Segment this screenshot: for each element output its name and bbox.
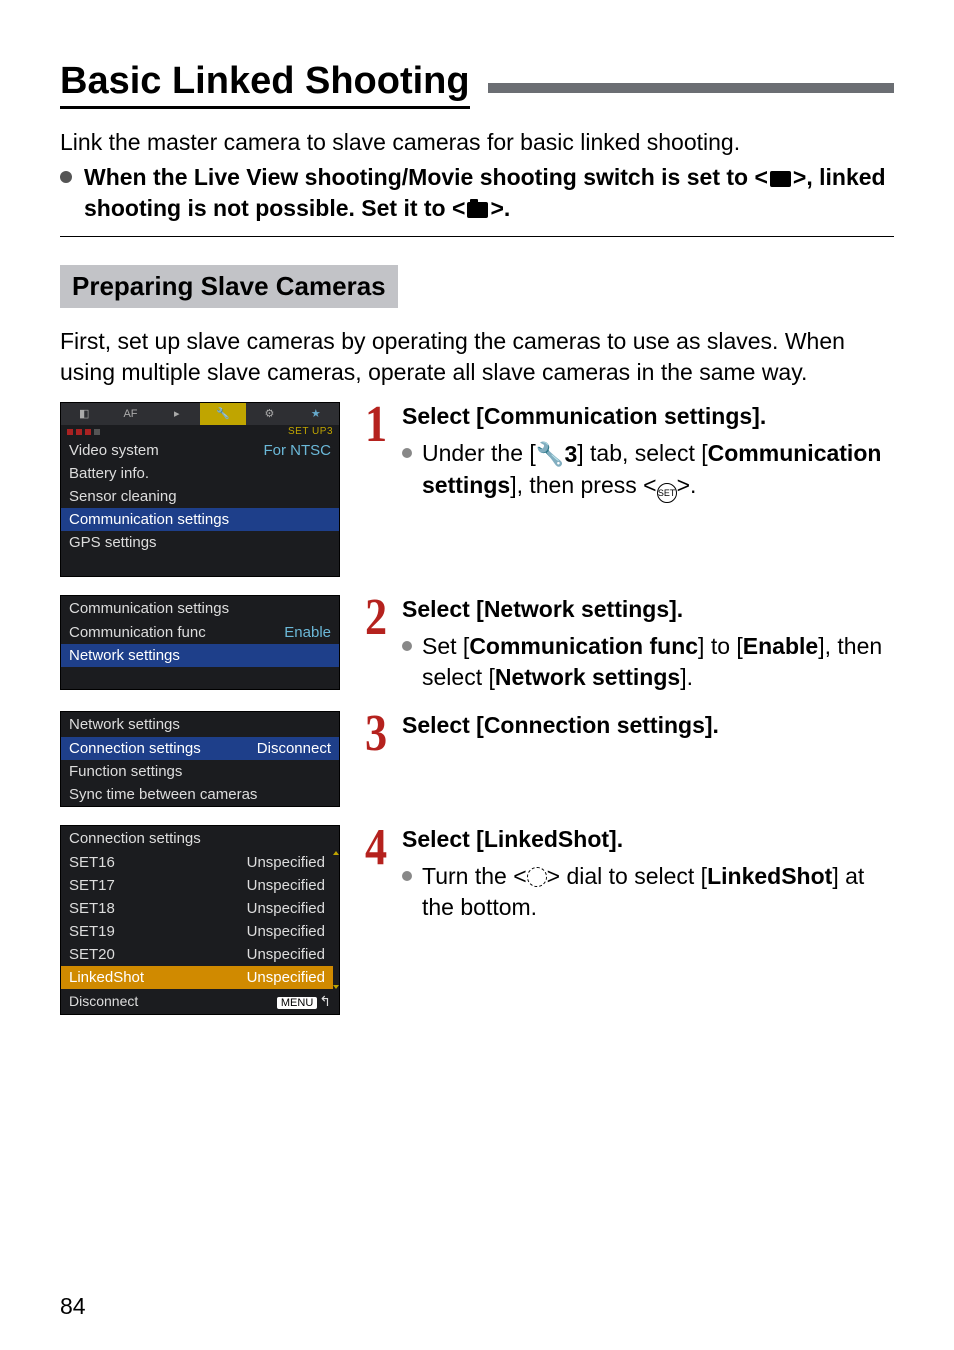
step-3: Network settings Connection settingsDisc… (60, 711, 894, 807)
step-2: Communication settings Communication fun… (60, 595, 894, 693)
step-number: 1 (361, 402, 392, 449)
menu-item: SET16 Unspecified (61, 851, 333, 874)
menu-tab-camera: ◧ (61, 403, 107, 425)
menu-item: GPS settings (61, 531, 339, 554)
return-icon: ↰ (319, 993, 331, 1009)
page-dots (67, 429, 100, 435)
menu-tab-star: ★ (293, 403, 339, 425)
divider-line (60, 236, 894, 237)
menu-item: SET17 Unspecified (61, 874, 333, 897)
menu-title: Connection settings (61, 826, 339, 851)
step-number: 2 (361, 595, 392, 642)
menu-item-selected: Connection settingsDisconnect (61, 737, 339, 760)
menu-item-selected: Network settings (61, 644, 339, 667)
camera-icon (467, 202, 488, 218)
section-header: Preparing Slave Cameras (60, 265, 398, 308)
section-intro: First, set up slave cameras by operating… (60, 326, 894, 388)
menu-title: Communication settings (61, 596, 339, 621)
menu-item: Communication funcEnable (61, 621, 339, 644)
bullet-icon (60, 171, 72, 183)
intro-text: Link the master camera to slave cameras … (60, 127, 894, 158)
menu-screenshot-4: Connection settings SET16 Unspecified SE… (60, 825, 340, 1015)
scroll-down-icon (333, 985, 339, 989)
page-number: 84 (60, 1293, 86, 1320)
movie-icon (770, 171, 791, 187)
step-title: Select [Communication settings]. (402, 402, 894, 432)
menu-item: Sensor cleaning (61, 485, 339, 508)
menu-screenshot-2: Communication settings Communication fun… (60, 595, 340, 690)
setup-label: SET UP3 (288, 426, 339, 437)
page-title: Basic Linked Shooting (60, 60, 470, 109)
step-number: 4 (361, 825, 392, 872)
title-rule (488, 83, 894, 93)
menu-item: Battery info. (61, 462, 339, 485)
menu-title: Network settings (61, 712, 339, 737)
scroll-up-icon (333, 851, 339, 855)
menu-screenshot-3: Network settings Connection settingsDisc… (60, 711, 340, 807)
note-text-pre: When the Live View shooting/Movie shooti… (84, 164, 768, 190)
step-number: 3 (361, 711, 392, 758)
bullet-icon (402, 641, 412, 651)
note-text-post: >. (490, 195, 510, 221)
menu-tab-wrench: 🔧 (200, 403, 246, 425)
step-title: Select [Connection settings]. (402, 711, 719, 741)
footer-disconnect: Disconnect (69, 993, 138, 1010)
step-4: Connection settings SET16 Unspecified SE… (60, 825, 894, 1015)
step-1: ◧ AF ▸ 🔧 ⚙ ★ SET UP3 Video systemFor NTS… (60, 402, 894, 577)
menu-tab-af: AF (107, 403, 153, 425)
bullet-icon (402, 871, 412, 881)
dial-icon (527, 867, 547, 887)
scroll-indicator (333, 851, 339, 989)
menu-button-label: MENU (277, 997, 317, 1009)
menu-item: SET19 Unspecified (61, 920, 333, 943)
menu-tab-custom: ⚙ (246, 403, 292, 425)
menu-item: Video systemFor NTSC (61, 439, 339, 462)
menu-item-selected: LinkedShot Unspecified (61, 966, 333, 989)
menu-item: SET20 Unspecified (61, 943, 333, 966)
set-button-icon: SET (657, 483, 677, 503)
bullet-icon (402, 448, 412, 458)
menu-item: SET18 Unspecified (61, 897, 333, 920)
note-block: When the Live View shooting/Movie shooti… (60, 162, 894, 224)
menu-item-selected: Communication settings (61, 508, 339, 531)
step-title: Select [LinkedShot]. (402, 825, 894, 855)
menu-item: Sync time between cameras (61, 783, 339, 806)
step-title: Select [Network settings]. (402, 595, 894, 625)
menu-tab-play: ▸ (154, 403, 200, 425)
menu-item: Function settings (61, 760, 339, 783)
menu-screenshot-1: ◧ AF ▸ 🔧 ⚙ ★ SET UP3 Video systemFor NTS… (60, 402, 340, 577)
